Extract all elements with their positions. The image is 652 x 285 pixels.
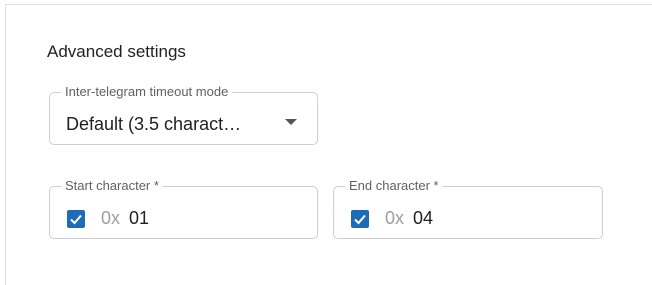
start-character-label: Start character * — [61, 178, 163, 194]
timeout-mode-label: Inter-telegram timeout mode — [61, 84, 233, 100]
section-title: Advanced settings — [47, 42, 186, 61]
advanced-settings-panel: Advanced settings Inter-telegram timeout… — [5, 4, 652, 285]
start-character-input[interactable]: 01 — [129, 207, 149, 229]
timeout-mode-value: Default (3.5 charact… — [66, 114, 242, 134]
checkmark-icon — [70, 214, 82, 225]
checkmark-icon — [354, 214, 366, 225]
start-character-checkbox[interactable] — [67, 210, 85, 228]
end-character-checkbox[interactable] — [351, 210, 369, 228]
end-character-label: End character * — [345, 178, 443, 194]
timeout-mode-select[interactable]: Inter-telegram timeout mode Default (3.5… — [49, 84, 318, 145]
start-character-prefix: 0x — [101, 208, 121, 228]
end-character-input[interactable]: 04 — [413, 207, 433, 229]
chevron-down-icon[interactable] — [285, 119, 297, 125]
end-character-field[interactable]: End character * 0x 04 — [333, 178, 603, 239]
start-character-field[interactable]: Start character * 0x 01 — [49, 178, 318, 239]
end-character-prefix: 0x — [385, 208, 405, 228]
